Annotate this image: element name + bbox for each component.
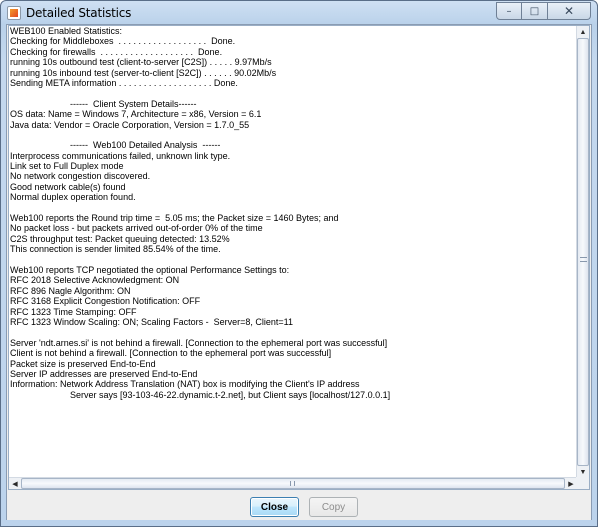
text-line: This connection is sender limited 85.54%… <box>10 244 221 255</box>
text-line: running 10s inbound test (server-to-clie… <box>10 67 277 78</box>
maximize-button[interactable]: □ <box>522 2 548 20</box>
text-line: ------ Client System Details------ <box>10 98 197 109</box>
text-line: C2S throughput test: Packet queuing dete… <box>10 233 230 244</box>
text-line: Information: Network Address Translation… <box>10 379 360 390</box>
text-line: running 10s outbound test (client-to-ser… <box>10 57 272 68</box>
caption-buttons: – □ ✕ <box>496 2 591 20</box>
text-line: Checking for Middleboxes . . . . . . . .… <box>10 36 236 47</box>
text-line: Java data: Vendor = Oracle Corporation, … <box>10 119 250 130</box>
close-button[interactable]: Close <box>250 497 299 517</box>
text-line: RFC 2018 Selective Acknowledgment: ON <box>10 275 180 286</box>
vertical-scroll-thumb[interactable] <box>577 38 589 466</box>
text-line: RFC 896 Nagle Algorithm: ON <box>10 285 131 296</box>
title-bar[interactable]: Detailed Statistics – □ ✕ <box>1 1 597 25</box>
button-bar: Close Copy <box>7 492 591 520</box>
horizontal-scrollbar[interactable]: ◀ ▶ <box>9 477 577 489</box>
java-app-icon <box>7 6 21 20</box>
window-title: Detailed Statistics <box>26 6 132 20</box>
text-line: OS data: Name = Windows 7, Architecture … <box>10 109 262 120</box>
text-line: Link set to Full Duplex mode <box>10 161 124 172</box>
text-line: ------ Web100 Detailed Analysis ------ <box>10 140 221 151</box>
text-line: Sending META information . . . . . . . .… <box>10 77 238 88</box>
text-line: Good network cable(s) found <box>10 181 126 192</box>
window-close-button[interactable]: ✕ <box>548 2 591 20</box>
text-line: Packet size is preserved End-to-End <box>10 358 156 369</box>
scrollbar-corner <box>576 477 589 489</box>
dialog-content: WEB100 Enabled Statistics: Checking for M… <box>6 24 592 520</box>
text-line: Web100 reports TCP negotiated the option… <box>10 264 290 275</box>
text-line: Interprocess communications failed, unkn… <box>10 150 231 161</box>
text-line: RFC 1323 Time Stamping: OFF <box>10 306 137 317</box>
horizontal-scroll-thumb[interactable] <box>21 478 565 489</box>
text-line: Web100 reports the Round trip time = 5.0… <box>10 213 339 224</box>
horizontal-thumb-grip <box>290 481 295 486</box>
text-line: No network congestion discovered. <box>10 171 151 182</box>
vertical-thumb-grip <box>580 257 587 262</box>
text-line: No packet loss - but packets arrived out… <box>10 223 263 234</box>
text-line: Client is not behind a firewall. [Connec… <box>10 348 332 359</box>
scroll-up-arrow-icon[interactable]: ▲ <box>577 26 589 38</box>
text-line: Server 'ndt.arnes.si' is not behind a fi… <box>10 337 388 348</box>
text-line: Checking for firewalls . . . . . . . . .… <box>10 46 223 57</box>
detailed-statistics-window: Detailed Statistics – □ ✕ WEB100 Enabled… <box>0 0 598 527</box>
minimize-button[interactable]: – <box>496 2 522 20</box>
close-icon: ✕ <box>563 4 575 18</box>
minimize-icon: – <box>506 5 512 17</box>
text-line: Server IP addresses are preserved End-to… <box>10 368 198 379</box>
vertical-scrollbar[interactable]: ▲ ▼ <box>576 26 589 478</box>
copy-button[interactable]: Copy <box>309 497 358 517</box>
statistics-text-area[interactable]: WEB100 Enabled Statistics: Checking for M… <box>8 25 590 490</box>
statistics-text: WEB100 Enabled Statistics: Checking for M… <box>10 26 575 478</box>
text-line: RFC 3168 Explicit Congestion Notificatio… <box>10 296 201 307</box>
text-line: Server says [93-103-46-22.dynamic.t-2.ne… <box>10 389 391 400</box>
text-line: RFC 1323 Window Scaling: ON; Scaling Fac… <box>10 316 293 327</box>
maximize-icon: □ <box>529 5 540 17</box>
scroll-left-arrow-icon[interactable]: ◀ <box>9 478 21 489</box>
text-line: Normal duplex operation found. <box>10 192 136 203</box>
text-line: WEB100 Enabled Statistics: <box>10 26 123 36</box>
